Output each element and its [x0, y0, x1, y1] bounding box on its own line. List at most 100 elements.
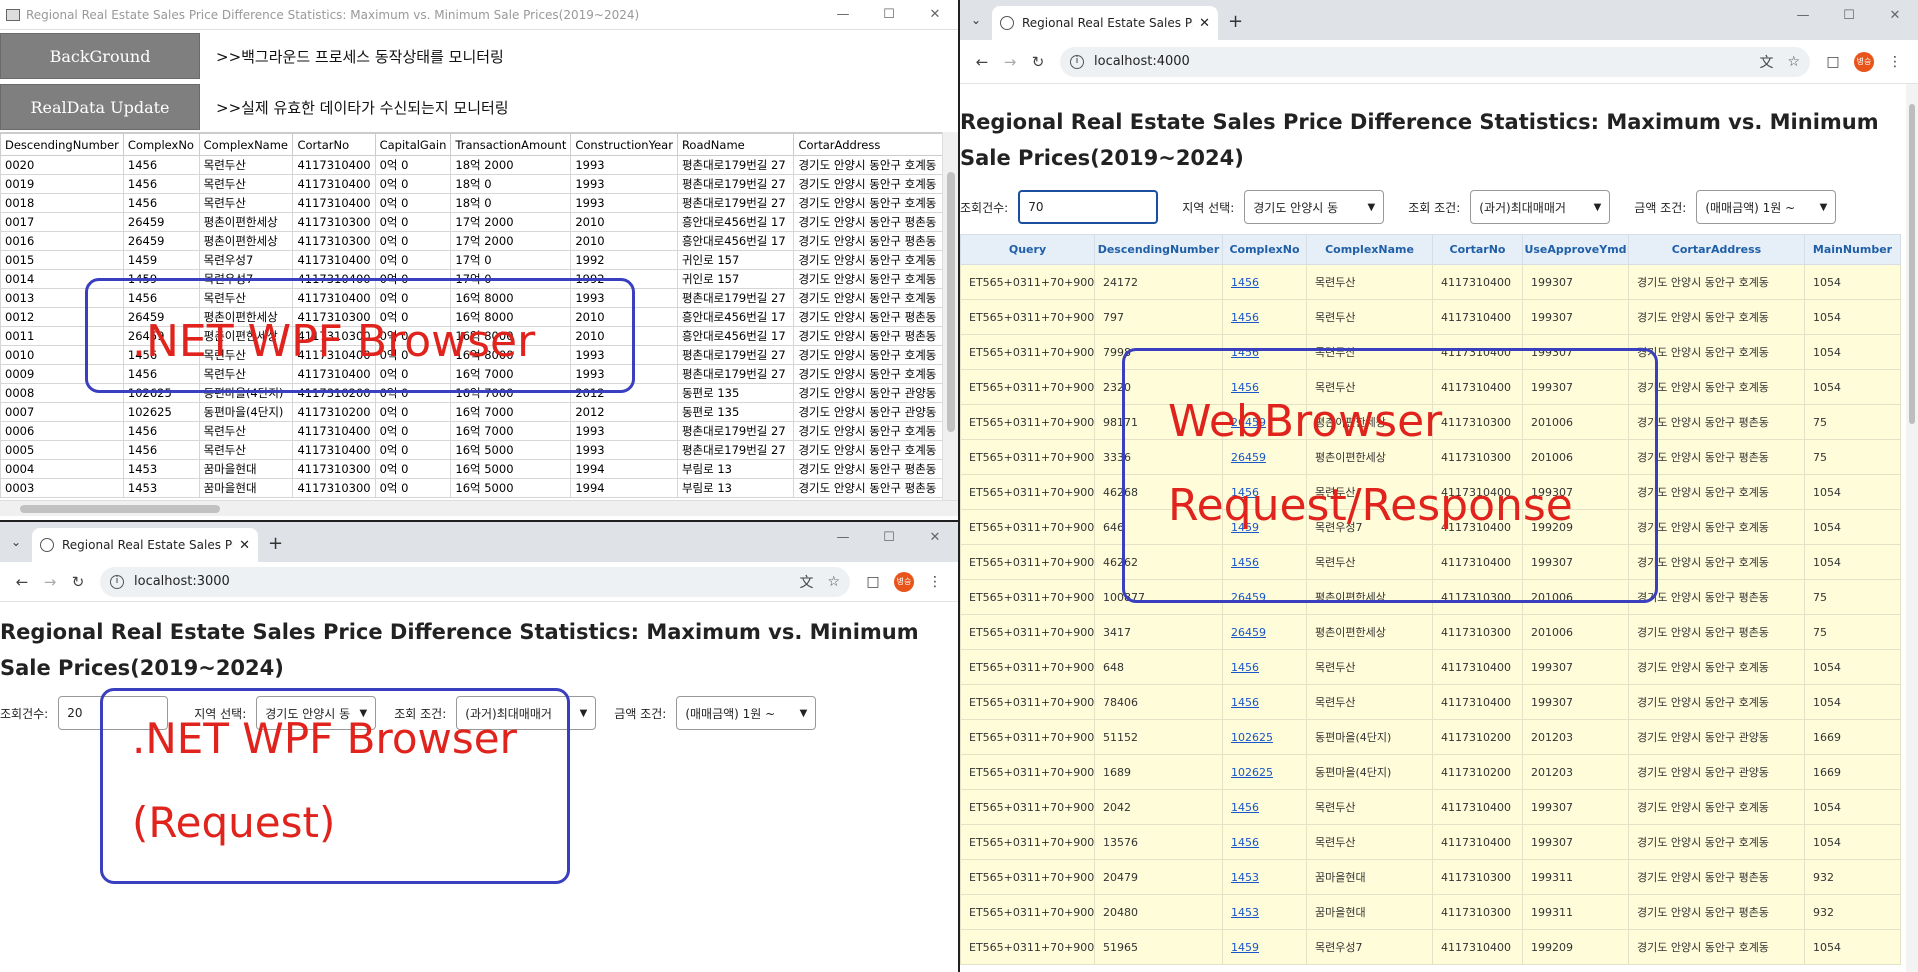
- complex-link[interactable]: 1456: [1231, 311, 1259, 324]
- reload-icon[interactable]: ↻: [1024, 53, 1052, 71]
- complex-link[interactable]: 1456: [1231, 696, 1259, 709]
- translate-icon[interactable]: 文: [1759, 52, 1773, 72]
- result-column-header[interactable]: DescendingNumber: [1094, 234, 1223, 265]
- region-select[interactable]: 경기도 안양시 동 ▼: [1244, 190, 1385, 224]
- close-icon[interactable]: ✕: [912, 530, 958, 545]
- address-url[interactable]: localhost:4000: [1094, 54, 1745, 69]
- realdata-update-button[interactable]: RealData Update: [0, 84, 200, 130]
- complex-link[interactable]: 1456: [1231, 661, 1259, 674]
- result-column-header[interactable]: Query: [960, 234, 1095, 265]
- grid-column-header[interactable]: ConstructionYear: [570, 133, 678, 156]
- site-info-icon[interactable]: i: [1070, 54, 1084, 69]
- tab-close-icon[interactable]: ✕: [1199, 16, 1210, 31]
- page-vertical-scrollbar[interactable]: [1906, 84, 1918, 972]
- complex-link[interactable]: 1453: [1231, 906, 1259, 919]
- complex-link[interactable]: 102625: [1231, 731, 1273, 744]
- result-column-header[interactable]: ComplexName: [1306, 234, 1433, 265]
- complex-link[interactable]: 1456: [1231, 801, 1259, 814]
- grid-row[interactable]: 0016 26459 평촌이편한세상 4117310300 0억 0 17억 2000 20…: [0, 231, 958, 251]
- minimize-icon[interactable]: —: [820, 7, 866, 22]
- count-input[interactable]: 70: [1018, 190, 1159, 224]
- scroll-thumb[interactable]: [947, 172, 955, 432]
- grid-column-header[interactable]: DescendingNumber: [0, 133, 124, 156]
- table-cell: 경기도 안양시 동안구 평촌동: [1628, 614, 1805, 650]
- close-icon[interactable]: ✕: [912, 7, 958, 22]
- translate-icon[interactable]: 文: [799, 572, 813, 592]
- profile-avatar[interactable]: 병승: [1854, 51, 1874, 72]
- bookmark-star-icon[interactable]: ☆: [827, 574, 840, 590]
- extensions-icon[interactable]: □: [1818, 54, 1848, 70]
- grid-column-header[interactable]: CortarAddress: [793, 133, 958, 156]
- amount-label: 금액 조건:: [614, 706, 667, 721]
- close-icon[interactable]: ✕: [1872, 8, 1918, 23]
- amount-select[interactable]: (매매금액) 1원 ~ ▼: [1696, 190, 1837, 224]
- grid-column-header[interactable]: RoadName: [676, 133, 795, 156]
- grid-row[interactable]: 0007 102625 동편마을(4단지) 4117310200 0억 0 16억 700…: [0, 402, 958, 422]
- result-column-header[interactable]: CortarAddress: [1628, 234, 1805, 265]
- grid-cell: 1994: [570, 459, 678, 479]
- complex-link[interactable]: 1456: [1231, 276, 1259, 289]
- maximize-icon[interactable]: ☐: [866, 530, 912, 545]
- complex-link[interactable]: 1453: [1231, 871, 1259, 884]
- forward-icon[interactable]: →: [996, 53, 1024, 71]
- back-icon[interactable]: ←: [8, 573, 36, 591]
- browser-tab[interactable]: Regional Real Estate Sales Pric ✕: [32, 528, 258, 562]
- reload-icon[interactable]: ↻: [64, 573, 92, 591]
- grid-row[interactable]: 0020 1456 목련두산 4117310400 0억 0 18억 2000 1993 평촌…: [0, 155, 958, 175]
- grid-column-header[interactable]: ComplexNo: [122, 133, 200, 156]
- grid-column-header[interactable]: CortarNo: [292, 133, 376, 156]
- complex-link[interactable]: 1459: [1231, 941, 1259, 954]
- grid-cell: 0007: [0, 402, 124, 422]
- profile-avatar[interactable]: 병승: [894, 571, 914, 592]
- grid-row[interactable]: 0005 1456 목련두산 4117310400 0억 0 16억 5000 1993 평촌…: [0, 440, 958, 460]
- site-info-icon[interactable]: i: [110, 574, 124, 589]
- grid-row[interactable]: 0018 1456 목련두산 4117310400 0억 0 18억 0 1993 평촌대로1…: [0, 193, 958, 213]
- address-bar[interactable]: i localhost:4000 文 ☆: [1060, 46, 1810, 77]
- result-column-header[interactable]: CortarNo: [1432, 234, 1523, 265]
- address-bar[interactable]: i localhost:3000 文 ☆: [100, 566, 850, 597]
- condition-select[interactable]: (과거)최대매매거 ▼: [1470, 190, 1611, 224]
- new-tab-icon[interactable]: +: [1228, 11, 1243, 32]
- table-cell: 경기도 안양시 동안구 호계동: [1628, 929, 1805, 965]
- wpf-grid-header: DescendingNumber ComplexNo ComplexName Cort…: [0, 133, 958, 156]
- wpf-horizontal-scrollbar[interactable]: [0, 500, 958, 516]
- browser-tab[interactable]: Regional Real Estate Sales Pric ✕: [992, 6, 1218, 40]
- grid-row[interactable]: 0017 26459 평촌이편한세상 4117310300 0억 0 17억 2000 20…: [0, 212, 958, 232]
- menu-icon[interactable]: ⋮: [1880, 54, 1910, 70]
- complex-link[interactable]: 102625: [1231, 766, 1273, 779]
- address-url[interactable]: localhost:3000: [134, 574, 785, 589]
- extensions-icon[interactable]: □: [858, 574, 888, 590]
- result-column-header[interactable]: ComplexNo: [1222, 234, 1307, 265]
- grid-cell: 4117310300: [292, 459, 376, 479]
- grid-column-header[interactable]: CapitalGain: [374, 133, 452, 156]
- scroll-thumb[interactable]: [1909, 104, 1915, 424]
- wpf-vertical-scrollbar[interactable]: [942, 132, 958, 500]
- grid-row[interactable]: 0019 1456 목련두산 4117310400 0억 0 18억 0 1993 평촌대로1…: [0, 174, 958, 194]
- grid-column-header[interactable]: TransactionAmount: [450, 133, 572, 156]
- minimize-icon[interactable]: —: [820, 530, 866, 545]
- menu-icon[interactable]: ⋮: [920, 574, 950, 590]
- grid-cell: 평촌대로179번길 27: [676, 288, 795, 308]
- grid-row[interactable]: 0006 1456 목련두산 4117310400 0억 0 16억 7000 1993 평촌…: [0, 421, 958, 441]
- complex-link[interactable]: 26459: [1231, 626, 1266, 639]
- result-column-header[interactable]: UseApproveYmd: [1522, 234, 1629, 265]
- grid-column-header[interactable]: ComplexName: [198, 133, 294, 156]
- amount-select[interactable]: (매매금액) 1원 ~ ▼: [676, 696, 817, 730]
- forward-icon[interactable]: →: [36, 573, 64, 591]
- tab-search-icon[interactable]: ⌄: [960, 4, 992, 36]
- background-button[interactable]: BackGround: [0, 33, 200, 79]
- tab-search-icon[interactable]: ⌄: [0, 526, 32, 558]
- maximize-icon[interactable]: ☐: [1826, 8, 1872, 23]
- back-icon[interactable]: ←: [968, 53, 996, 71]
- grid-row[interactable]: 0015 1459 목련우성7 4117310400 0억 0 17억 0 1992 귀인로 …: [0, 250, 958, 270]
- complex-link[interactable]: 1456: [1231, 836, 1259, 849]
- result-column-header[interactable]: MainNumber: [1804, 234, 1901, 265]
- new-tab-icon[interactable]: +: [268, 533, 283, 554]
- maximize-icon[interactable]: ☐: [866, 7, 912, 22]
- bookmark-star-icon[interactable]: ☆: [1787, 54, 1800, 70]
- grid-row[interactable]: 0004 1453 꿈마을현대 4117310300 0억 0 16억 5000 1994 부…: [0, 459, 958, 479]
- scroll-thumb[interactable]: [20, 505, 220, 513]
- minimize-icon[interactable]: —: [1780, 8, 1826, 23]
- grid-row[interactable]: 0003 1453 꿈마을현대 4117310300 0억 0 16억 5000 1994 부…: [0, 478, 958, 498]
- tab-close-icon[interactable]: ✕: [239, 538, 250, 553]
